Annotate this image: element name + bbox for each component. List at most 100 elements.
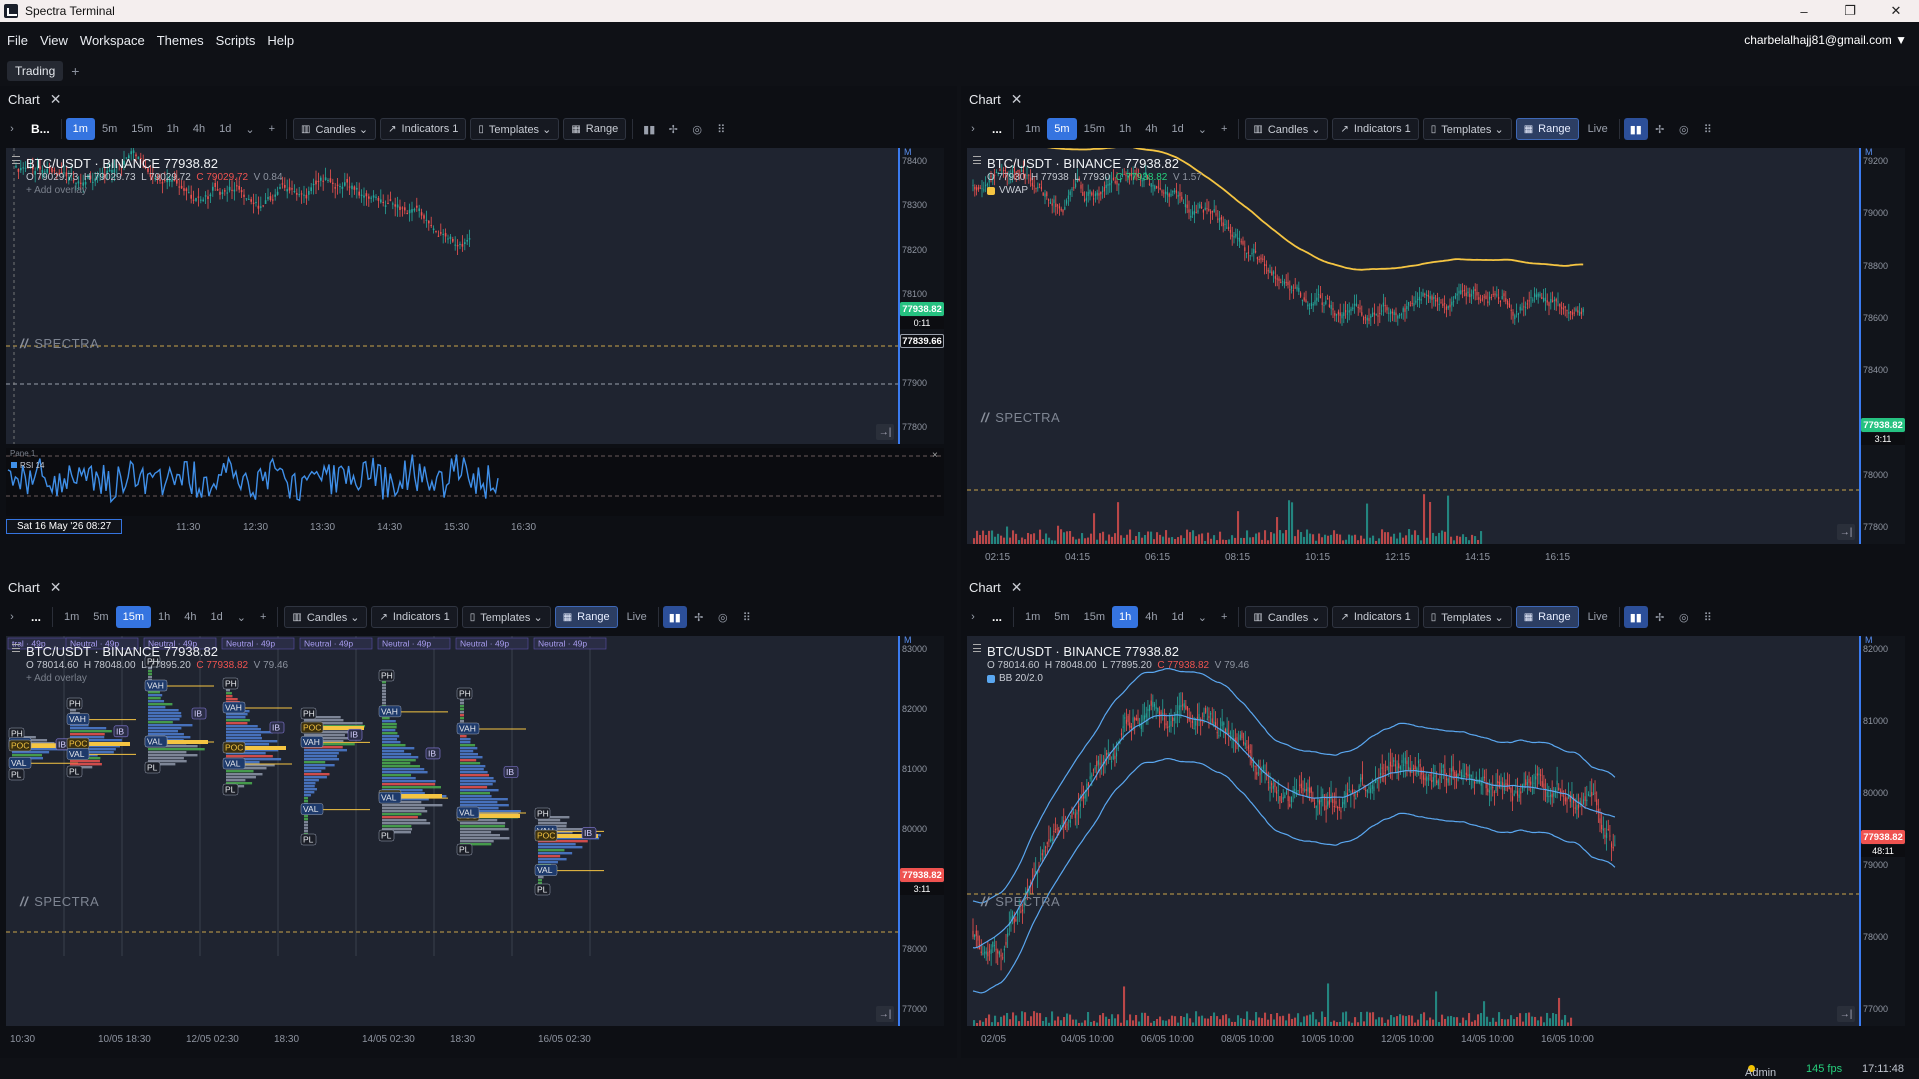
add-timeframe-button[interactable]: + — [262, 118, 282, 140]
indicators-button[interactable]: ↗ Indicators 1 — [371, 606, 458, 628]
add-timeframe-button[interactable]: + — [253, 606, 273, 628]
timeframe-5m[interactable]: 5m — [95, 118, 124, 140]
more-timeframes-dropdown[interactable]: ⌄ — [230, 606, 253, 628]
indicator-legend[interactable]: VWAP — [987, 185, 1202, 196]
templates-dropdown[interactable]: ▯ Templates ⌄ — [470, 118, 560, 140]
legend-menu-icon[interactable] — [973, 156, 981, 164]
price-axis[interactable]: M 82000 81000 80000 79000 78000 77000 77938.82… — [1859, 635, 1905, 1026]
chart-canvas[interactable]: tral · 49pPHVAHPOCVALPLIBNeutral · 49pPH… — [6, 636, 898, 1026]
chart-type-dropdown[interactable]: ▥ Candles ⌄ — [1245, 606, 1329, 628]
timeframe-1h[interactable]: 1h — [151, 606, 177, 628]
time-axis[interactable]: 10:30 10/05 18:30 12/05 02:30 18:30 14/05 02… — [6, 1030, 898, 1048]
target-icon[interactable]: ◎ — [1672, 118, 1696, 140]
close-panel-icon[interactable]: ✕ — [50, 91, 62, 108]
price-axis[interactable]: M 83000820008100080000790007800077000779… — [898, 635, 944, 1026]
chart-type-dropdown[interactable]: ▥ Candles ⌄ — [1245, 118, 1329, 140]
add-timeframe-button[interactable]: + — [1214, 606, 1234, 628]
close-panel-icon[interactable]: ✕ — [1011, 579, 1023, 596]
volume-toggle-icon[interactable]: ▮▮ — [1623, 606, 1648, 628]
menu-workspace[interactable]: Workspace — [74, 33, 151, 48]
timeframe-4h[interactable]: 4h — [177, 606, 203, 628]
more-timeframes-dropdown[interactable]: ⌄ — [238, 118, 261, 140]
target-icon[interactable]: ◎ — [685, 118, 709, 140]
scroll-to-end-icon[interactable]: →| — [1837, 524, 1855, 540]
time-axis[interactable]: 02:15 04:15 06:15 08:15 10:15 12:15 14:15 16:15 — [967, 548, 1859, 566]
scroll-to-end-icon[interactable]: →| — [1837, 1006, 1855, 1022]
timeframe-1d[interactable]: 1d — [1164, 606, 1190, 628]
maximize-button[interactable]: ❐ — [1827, 0, 1873, 22]
menu-view[interactable]: View — [34, 33, 74, 48]
close-pane-icon[interactable]: × — [932, 450, 938, 461]
expand-toolbar-button[interactable]: › — [961, 118, 985, 140]
timeframe-4h[interactable]: 4h — [186, 118, 212, 140]
price-axis[interactable]: M 79200790007880078600784007820078000778… — [1859, 147, 1905, 544]
timeframe-4h[interactable]: 4h — [1138, 118, 1164, 140]
expand-toolbar-button[interactable]: › — [0, 118, 24, 140]
workspace-tab-trading[interactable]: Trading — [7, 61, 64, 81]
indicators-button[interactable]: ↗ Indicators 1 — [380, 118, 467, 140]
timeframe-5m[interactable]: 5m — [1047, 606, 1076, 628]
menu-scripts[interactable]: Scripts — [210, 33, 262, 48]
time-axis[interactable]: 11:30 12:30 13:30 14:30 15:30 16:30 — [6, 518, 898, 536]
range-button[interactable]: ▦ Range — [554, 606, 618, 628]
timeframe-1m[interactable]: 1m — [1018, 606, 1047, 628]
timeframe-1d[interactable]: 1d — [212, 118, 238, 140]
add-overlay-button[interactable]: + Add overlay — [26, 673, 288, 684]
more-timeframes-dropdown[interactable]: ⌄ — [1191, 118, 1214, 140]
timeframe-1m[interactable]: 1m — [1018, 118, 1047, 140]
symbol-selector[interactable]: ... — [985, 606, 1009, 628]
timeframe-5m[interactable]: 5m — [86, 606, 115, 628]
menu-help[interactable]: Help — [261, 33, 300, 48]
timeframe-15m[interactable]: 15m — [1077, 606, 1112, 628]
close-panel-icon[interactable]: ✕ — [50, 579, 62, 596]
live-button[interactable]: Live — [1581, 606, 1615, 628]
scroll-to-end-icon[interactable]: →| — [876, 1006, 894, 1022]
add-overlay-button[interactable]: + Add overlay — [26, 185, 283, 196]
more-timeframes-dropdown[interactable]: ⌄ — [1191, 606, 1214, 628]
volume-toggle-icon[interactable]: ▮▮ — [637, 118, 661, 140]
menu-themes[interactable]: Themes — [151, 33, 210, 48]
timeframe-15m[interactable]: 15m — [124, 118, 159, 140]
drag-handle-icon[interactable]: ⠿ — [735, 606, 759, 628]
symbol-selector[interactable]: B... — [24, 118, 57, 140]
drag-handle-icon[interactable]: ⠿ — [1696, 606, 1720, 628]
add-timeframe-button[interactable]: + — [1214, 118, 1234, 140]
scroll-to-end-icon[interactable]: →| — [876, 424, 894, 440]
timeframe-4h[interactable]: 4h — [1138, 606, 1164, 628]
live-button[interactable]: Live — [620, 606, 654, 628]
crosshair-icon[interactable]: ✢ — [687, 606, 711, 628]
crosshair-icon[interactable]: ✢ — [1648, 606, 1672, 628]
timeframe-5m[interactable]: 5m — [1047, 118, 1077, 140]
templates-dropdown[interactable]: ▯ Templates ⌄ — [1422, 118, 1512, 140]
timeframe-1m[interactable]: 1m — [57, 606, 86, 628]
timeframe-1h[interactable]: 1h — [1112, 118, 1138, 140]
live-button[interactable]: Live — [1581, 118, 1615, 140]
target-icon[interactable]: ◎ — [711, 606, 735, 628]
timeframe-1h[interactable]: 1h — [1111, 606, 1139, 628]
timeframe-1d[interactable]: 1d — [1164, 118, 1190, 140]
templates-dropdown[interactable]: ▯ Templates ⌄ — [1422, 606, 1512, 628]
add-workspace-button[interactable]: + — [71, 63, 79, 79]
crosshair-icon[interactable]: ✢ — [1648, 118, 1672, 140]
timeframe-15m[interactable]: 15m — [1077, 118, 1112, 140]
timeframe-1m[interactable]: 1m — [65, 118, 95, 140]
expand-toolbar-button[interactable]: › — [961, 606, 985, 628]
minimize-button[interactable]: – — [1781, 0, 1827, 22]
legend-menu-icon[interactable] — [12, 644, 20, 652]
chart-canvas[interactable]: BTC/USDT · BINANCE 77938.82 O 77930 H 77… — [967, 148, 1859, 544]
indicators-button[interactable]: ↗ Indicators 1 — [1332, 118, 1419, 140]
symbol-selector[interactable]: ... — [985, 118, 1009, 140]
volume-toggle-icon[interactable]: ▮▮ — [662, 606, 687, 628]
drag-handle-icon[interactable]: ⠿ — [1696, 118, 1720, 140]
time-axis[interactable]: 02/05 04/05 10:00 06/05 10:00 08/05 10:00 10… — [967, 1030, 1859, 1048]
timeframe-1d[interactable]: 1d — [203, 606, 229, 628]
close-panel-icon[interactable]: ✕ — [1011, 91, 1023, 108]
close-window-button[interactable]: ✕ — [1873, 0, 1919, 22]
timeframe-1h[interactable]: 1h — [160, 118, 186, 140]
crosshair-icon[interactable]: ✢ — [661, 118, 685, 140]
timeframe-15m[interactable]: 15m — [115, 606, 151, 628]
chart-canvas[interactable]: BTC/USDT · BINANCE 77938.82 O 79029.73 H… — [6, 148, 898, 444]
symbol-selector[interactable]: ... — [24, 606, 48, 628]
chart-type-dropdown[interactable]: ▥ Candles ⌄ — [284, 606, 368, 628]
account-menu[interactable]: charbelalhajj81@gmail.com ▼ — [1744, 33, 1907, 47]
